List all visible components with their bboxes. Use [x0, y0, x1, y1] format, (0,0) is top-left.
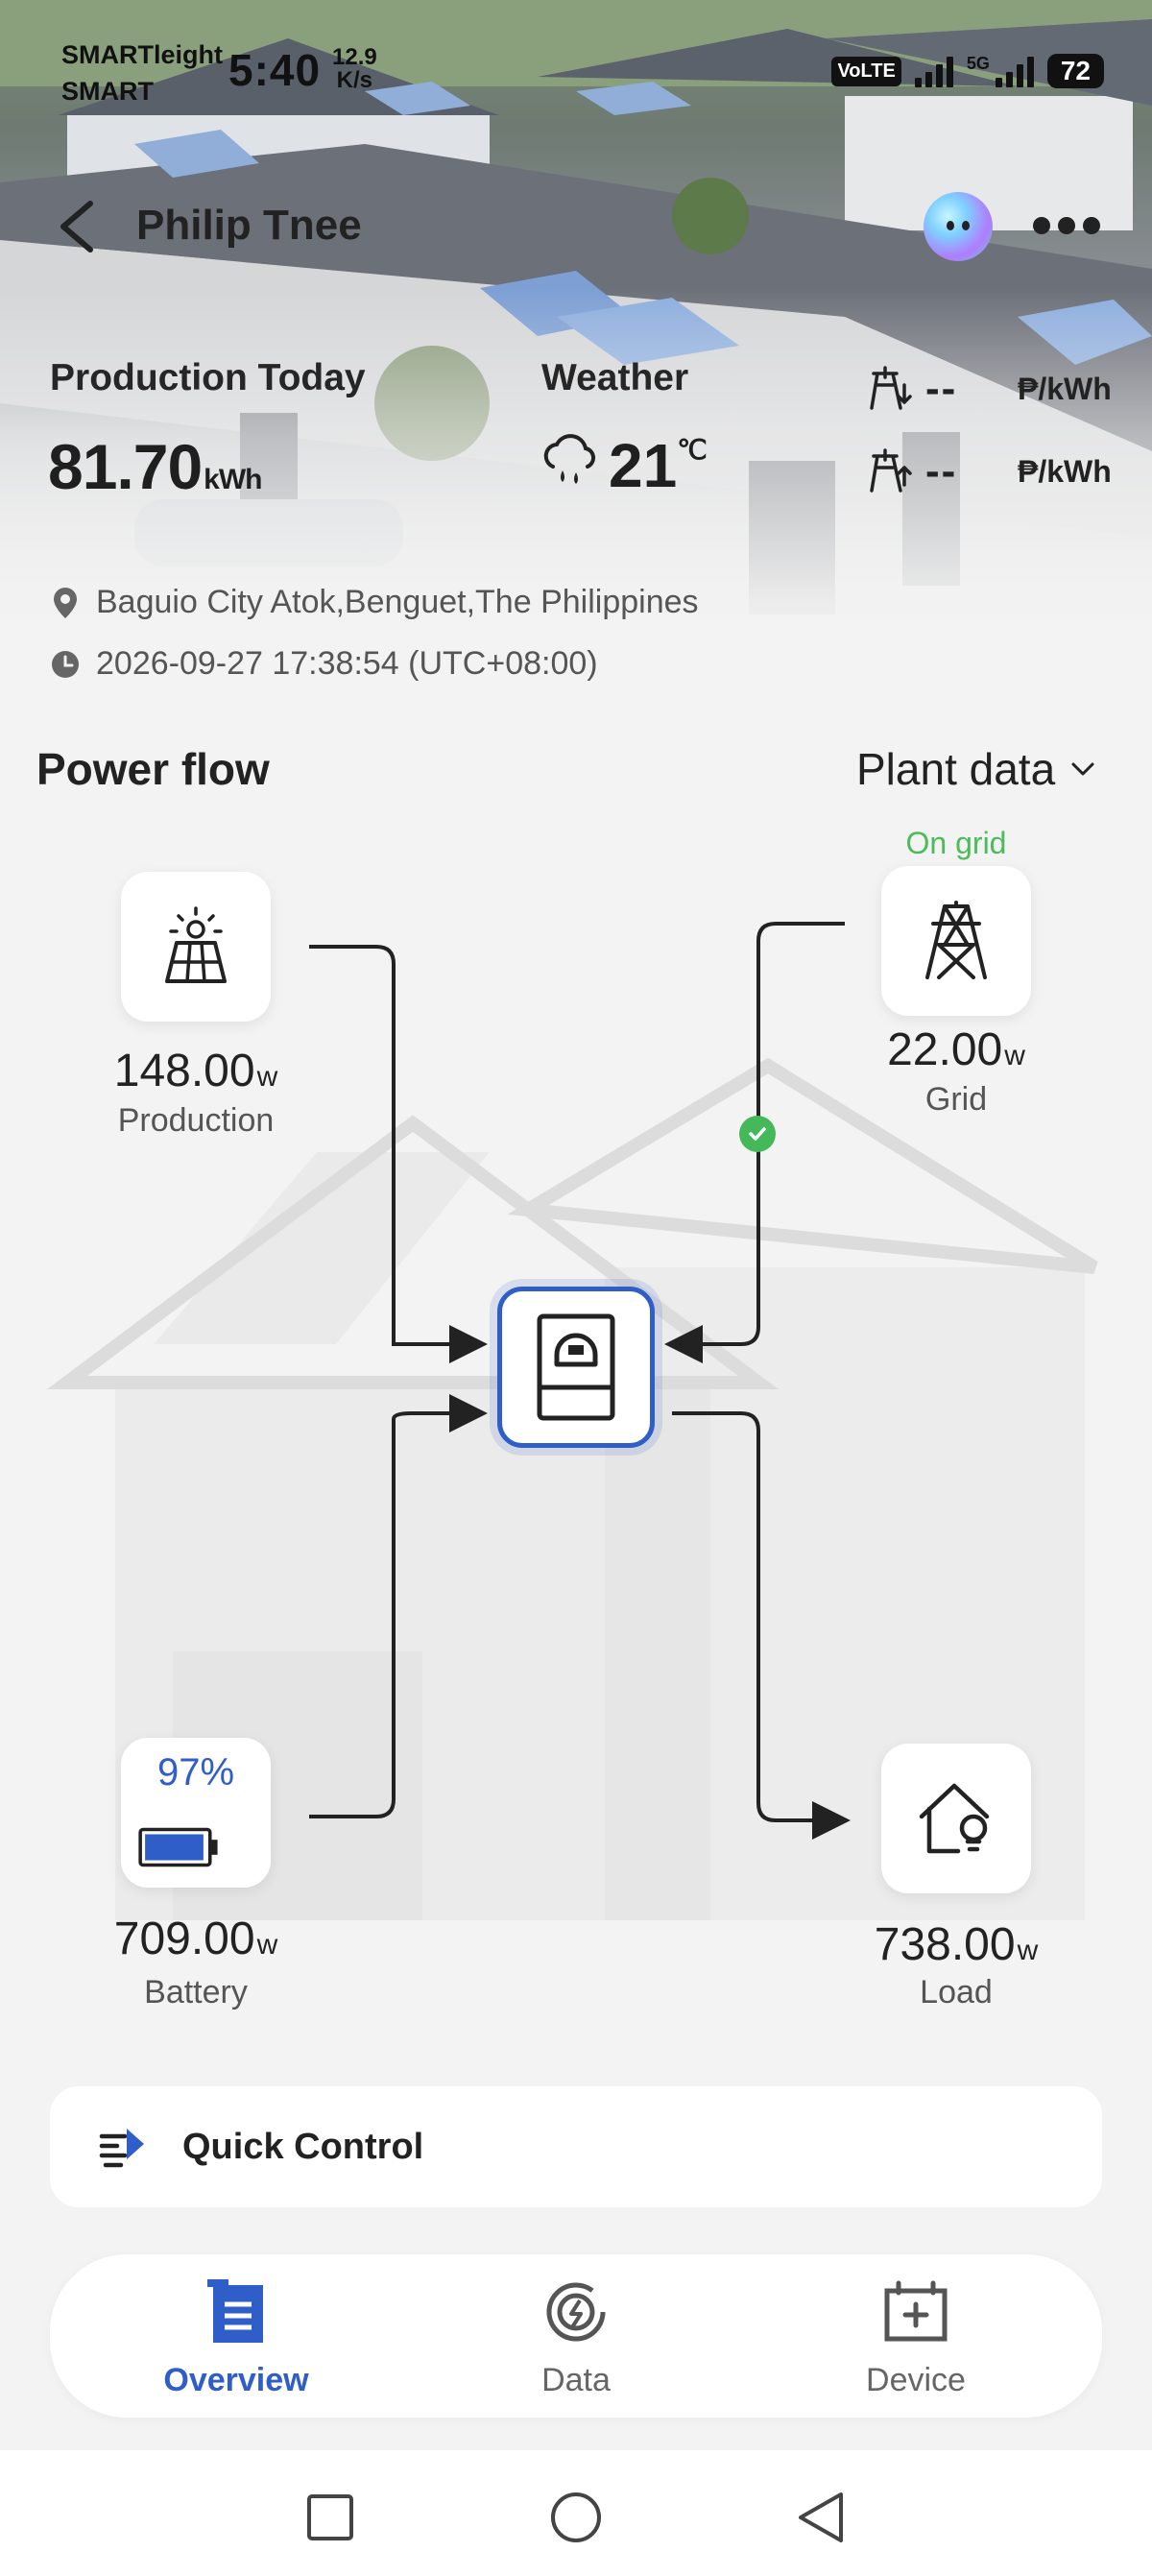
datetime-text: 2026-09-27 17:38:54 (UTC+08:00) [96, 645, 598, 682]
location-row: Baguio City Atok,Benguet,The Philippines [50, 584, 699, 621]
volte-icon: VoLTE [831, 56, 901, 86]
battery-node[interactable]: 97% [121, 1738, 271, 1888]
quick-control-button[interactable]: Quick Control [50, 2086, 1102, 2207]
grid-import-tower-icon [870, 366, 912, 410]
transmission-tower-icon [925, 901, 987, 979]
overview-icon [207, 2279, 263, 2343]
tab-overview[interactable]: Overview [121, 2272, 351, 2399]
status-bar: SMARTleight SMART 5:40 12.9 K/s VoLTE 5G… [0, 0, 1152, 115]
plant-header: Philip Tnee [0, 182, 1152, 269]
network-type: 5G [966, 54, 990, 73]
solar-panel-icon [165, 906, 227, 983]
grid-connected-check-icon [739, 1116, 776, 1152]
production-today-label: Production Today [50, 357, 366, 398]
home-icon[interactable] [547, 2489, 605, 2546]
location-pin-icon [54, 587, 77, 618]
power-flow-title: Power flow [36, 744, 270, 794]
more-options-icon[interactable] [1033, 217, 1100, 234]
inverter-icon [537, 1313, 615, 1421]
load-power-value: 738.00w [874, 1919, 1039, 1970]
network-speed: 12.9 K/s [332, 44, 377, 93]
sell-price-unit: ₱/kWh [1018, 453, 1112, 489]
production-node[interactable] [121, 872, 271, 1022]
buy-price-row: -- ₱/kWh [870, 365, 1112, 413]
buy-price-unit: ₱/kWh [1018, 371, 1112, 406]
load-node[interactable] [881, 1744, 1031, 1893]
clock-icon [52, 650, 79, 678]
battery-level: 72 [1046, 54, 1104, 88]
rain-cloud-icon [543, 434, 596, 484]
inverter-node[interactable] [497, 1287, 655, 1448]
production-label: Production [117, 1102, 275, 1139]
location-text: Baguio City Atok,Benguet,The Philippines [96, 584, 699, 620]
battery-soc: 97% [156, 1751, 235, 1794]
buy-price-value: -- [925, 365, 958, 412]
tab-device[interactable]: Device [801, 2272, 1031, 2399]
plant-name: Philip Tnee [136, 202, 362, 249]
battery-icon [138, 1827, 218, 1867]
signal-icon-2 [995, 55, 1034, 87]
production-power-value: 148.00w [113, 1046, 278, 1096]
production-today-value: 81.70kWh [48, 431, 263, 502]
carrier-label: SMARTleight SMART [61, 40, 223, 106]
plant-data-selector[interactable]: Plant data [856, 743, 1095, 795]
chevron-down-icon [1071, 762, 1094, 776]
tab-data[interactable]: Data [461, 2272, 691, 2399]
sell-price-value: -- [925, 447, 958, 494]
avatar[interactable] [924, 192, 993, 261]
bottom-navigation: Overview Data Device [50, 2254, 1102, 2418]
grid-node[interactable] [881, 866, 1031, 1016]
status-time: 5:40 [228, 45, 322, 95]
quick-control-label: Quick Control [182, 2126, 424, 2167]
grid-status-label: On grid [905, 826, 1007, 860]
battery-power-value: 709.00w [113, 1914, 278, 1964]
system-navigation-bar [0, 2450, 1152, 2576]
back-icon[interactable] [793, 2489, 851, 2546]
grid-power-value: 22.00w [887, 1024, 1025, 1075]
data-icon [546, 2282, 606, 2342]
battery-label: Battery [144, 1974, 248, 2010]
recent-apps-icon[interactable] [301, 2489, 359, 2546]
load-label: Load [920, 1974, 993, 2010]
weather-label: Weather [541, 357, 689, 398]
home-bulb-icon [919, 1783, 990, 1854]
power-flow-diagram: On grid 148.00w Production 22.00w Grid 9… [0, 826, 1152, 2055]
device-icon [884, 2280, 948, 2342]
sell-price-row: -- ₱/kWh [870, 447, 1112, 495]
quick-control-icon [99, 2129, 144, 2168]
datetime-row: 2026-09-27 17:38:54 (UTC+08:00) [50, 645, 598, 683]
grid-label: Grid [924, 1081, 988, 1118]
signal-icon [914, 55, 953, 87]
temperature-value: 21℃ [609, 431, 708, 500]
grid-export-tower-icon [870, 448, 912, 493]
back-arrow-icon[interactable] [54, 200, 102, 253]
